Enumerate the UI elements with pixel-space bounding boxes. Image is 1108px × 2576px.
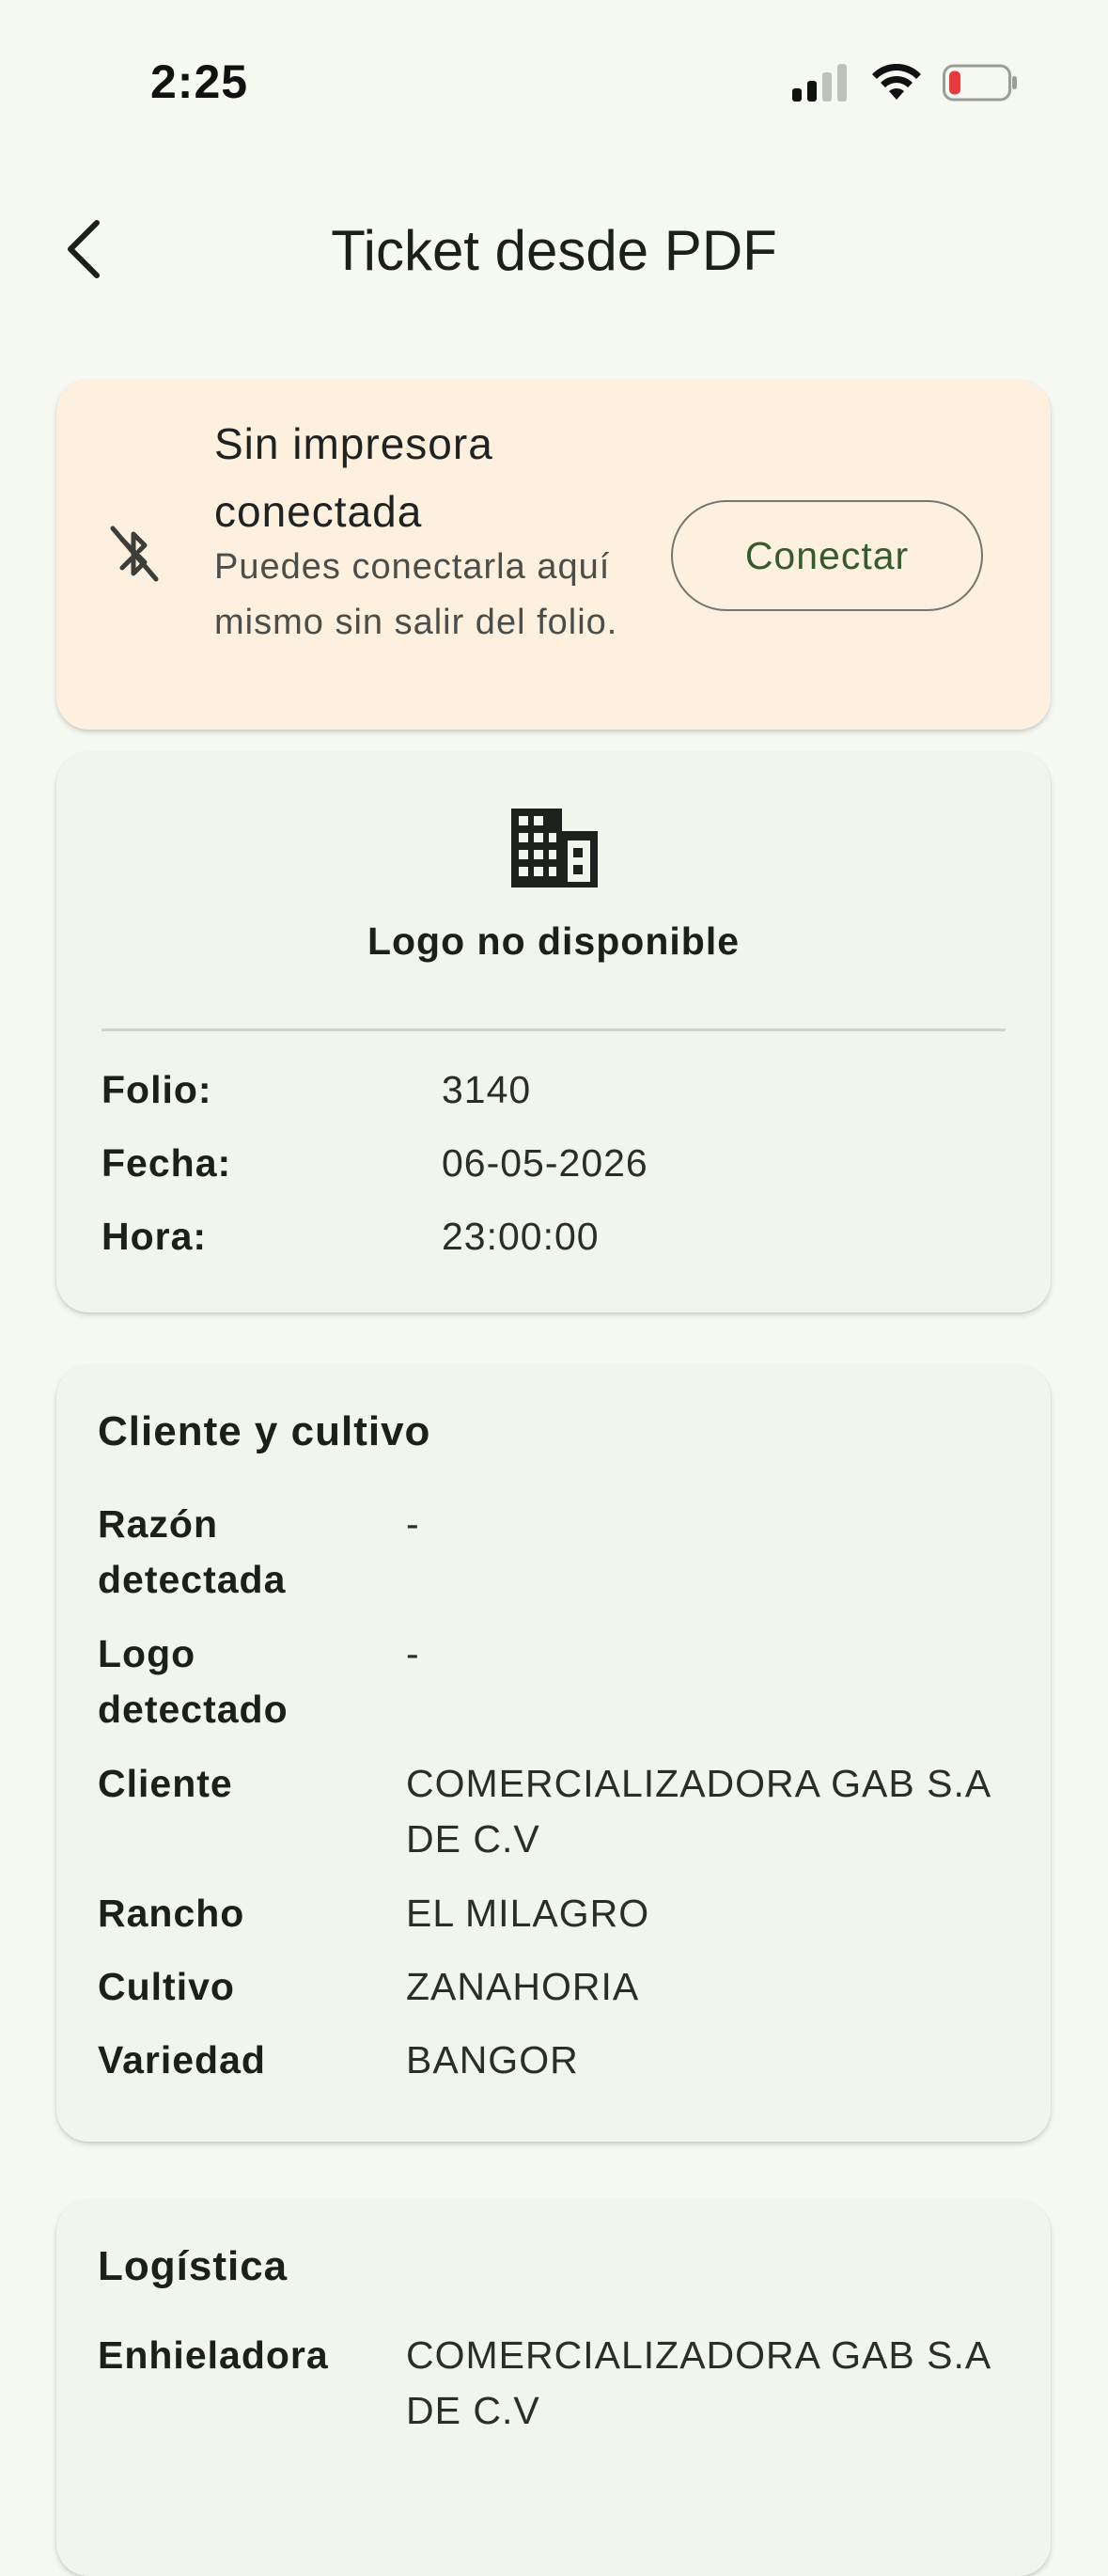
detected-logo-row: Logo detectado - [56,1626,1051,1739]
app-header: Ticket desde PDF [0,188,1108,310]
field-value: - [406,1632,420,1675]
divider [101,1029,1006,1031]
section-title: Cliente y cultivo [98,1408,431,1454]
ticket-header-card: Logo no disponible Folio: 3140 Fecha: 06… [56,752,1051,1312]
wifi-icon [872,64,921,100]
logistics-section: Logística Enhieladora COMERCIALIZADORA G… [56,2200,1051,2576]
field-value: 23:00:00 [442,1215,600,1258]
status-bar: 2:25 [0,0,1108,141]
field-value: ZANAHORIA [406,1965,640,2008]
client-crop-section: Cliente y cultivo Razón detectada - Logo… [56,1365,1051,2142]
crop-row: Cultivo ZANAHORIA [56,1959,1051,2016]
field-label: Cliente [98,1762,233,1805]
ranch-row: Rancho EL MILAGRO [56,1886,1051,1942]
field-label: Fecha: [101,1141,232,1185]
detected-reason-row: Razón detectada - [56,1497,1051,1610]
folio-row: Folio: 3140 [56,1062,1051,1119]
field-label: Enhieladora [98,2333,329,2377]
field-label: Razón detectada [98,1502,287,1601]
field-label: Rancho [98,1892,245,1935]
client-row: Cliente COMERCIALIZADORA GAB S.A DE C.V [56,1756,1051,1869]
status-time: 2:25 [150,55,249,108]
hora-row: Hora: 23:00:00 [56,1209,1051,1265]
building-icon [511,809,598,887]
status-icons [792,62,1018,103]
field-value: 3140 [442,1068,532,1111]
field-value: COMERCIALIZADORA GAB S.A DE C.V [406,2333,990,2432]
connect-printer-button[interactable]: Conectar [671,500,983,611]
field-value: BANGOR [406,2038,579,2081]
ice-packer-row: Enhieladora COMERCIALIZADORA GAB S.A DE … [56,2328,1051,2441]
field-label: Hora: [101,1215,208,1258]
battery-low-icon [943,64,1017,102]
field-label: Logo detectado [98,1632,289,1731]
field-value: COMERCIALIZADORA GAB S.A DE C.V [406,1762,990,1861]
printer-status-banner: Sin impresora conectada Puedes conectarl… [56,380,1051,730]
field-label: Variedad [98,2038,266,2081]
fecha-row: Fecha: 06-05-2026 [56,1136,1051,1192]
bluetooth-disabled-icon [110,526,159,582]
field-value: - [406,1502,420,1546]
field-value: EL MILAGRO [406,1892,650,1935]
section-title: Logística [98,2243,289,2289]
field-label: Folio: [101,1068,212,1111]
printer-status-title: Sin impresora conectada [214,419,493,536]
page-title: Ticket desde PDF [331,219,777,282]
field-label: Cultivo [98,1965,235,2008]
printer-status-subtitle: Puedes conectarla aquí mismo sin salir d… [214,547,618,642]
cellular-signal-icon [792,64,847,102]
field-value: 06-05-2026 [442,1141,648,1185]
variety-row: Variedad BANGOR [56,2033,1051,2089]
logo-unavailable-caption: Logo no disponible [367,919,741,963]
